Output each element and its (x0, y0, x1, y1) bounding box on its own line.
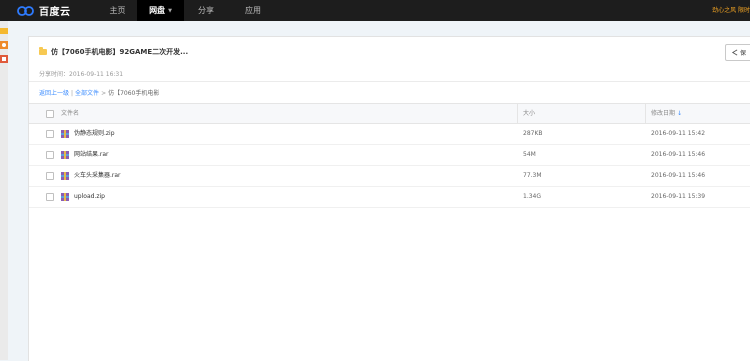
nav-netdisk-label: 网盘 (149, 6, 166, 15)
file-size: 1.34G (523, 193, 542, 200)
column-divider (517, 104, 518, 123)
share-content-panel: 仿【7060手机电影】92GAME二次开发... 分享时间：2016-09-11… (28, 36, 750, 361)
file-name[interactable]: upload.zip (74, 187, 105, 207)
weibo-icon[interactable] (0, 41, 8, 49)
chevron-down-icon: ▼ (168, 7, 172, 14)
archive-file-icon (61, 130, 69, 138)
column-header-date[interactable]: 修改日期 ↓ (651, 104, 682, 123)
archive-file-icon (61, 151, 69, 159)
baidu-cloud-logo[interactable]: 百度云 (16, 3, 71, 18)
table-row[interactable]: 伪静态规则.zip 287KB 2016-09-11 15:42 (29, 124, 750, 145)
nav-home-label: 主页 (109, 6, 126, 15)
table-row[interactable]: 火车头采集器.rar 77.3M 2016-09-11 15:46 (29, 166, 750, 187)
nav-netdisk[interactable]: 网盘 ▼ (137, 0, 184, 21)
file-name[interactable]: 网站结果.rar (74, 145, 109, 165)
nav-apps[interactable]: 应用 (228, 0, 278, 21)
nav-share-label: 分享 (198, 6, 214, 15)
file-date: 2016-09-11 15:46 (651, 151, 706, 158)
file-date: 2016-09-11 15:39 (651, 193, 706, 200)
save-button-label: 保 (740, 50, 747, 57)
breadcrumb-all-files-link[interactable]: 全部文件 (75, 90, 99, 97)
folder-app-icon[interactable] (0, 27, 8, 35)
breadcrumb-separator: | (71, 90, 74, 97)
file-name[interactable]: 火车头采集器.rar (74, 166, 121, 186)
row-checkbox[interactable] (46, 193, 54, 201)
file-size: 77.3M (523, 172, 542, 179)
share-app-icon[interactable] (0, 55, 8, 63)
column-divider (645, 104, 646, 123)
file-date: 2016-09-11 15:46 (651, 172, 706, 179)
sort-down-arrow-icon: ↓ (677, 110, 683, 117)
logo-text: 百度云 (39, 7, 71, 18)
row-checkbox[interactable] (46, 172, 54, 180)
table-row[interactable]: 网站结果.rar 54M 2016-09-11 15:46 (29, 145, 750, 166)
row-checkbox[interactable] (46, 130, 54, 138)
file-size: 54M (523, 151, 536, 158)
share-time: 分享时间：2016-09-11 16:31 (39, 71, 124, 78)
column-header-date-label: 修改日期 (651, 110, 676, 117)
file-date: 2016-09-11 15:42 (651, 130, 706, 137)
save-to-disk-button[interactable]: 保 (725, 44, 750, 61)
top-navigation-bar: 百度云 主页 网盘 ▼ 分享 应用 劲心之风 限时 (0, 0, 750, 21)
cloud-logo-icon (17, 5, 34, 16)
share-icon (731, 49, 738, 56)
archive-file-icon (61, 193, 69, 201)
nav-share[interactable]: 分享 (184, 0, 228, 21)
table-row[interactable]: upload.zip 1.34G 2016-09-11 15:39 (29, 187, 750, 208)
breadcrumb: 返回上一级 | 全部文件 > 仿【7060手机电影 (39, 88, 159, 97)
breadcrumb-back-link[interactable]: 返回上一级 (39, 90, 69, 97)
column-header-size[interactable]: 大小 (523, 104, 535, 123)
left-sidebar (0, 21, 8, 360)
column-header-filename[interactable]: 文件名 (61, 104, 79, 123)
select-all-checkbox[interactable] (46, 110, 54, 118)
file-size: 287KB (523, 130, 543, 137)
table-header: 文件名 大小 修改日期 ↓ (29, 103, 750, 124)
breadcrumb-current: 仿【7060手机电影 (108, 90, 160, 97)
nav-apps-label: 应用 (245, 6, 261, 15)
share-title: 仿【7060手机电影】92GAME二次开发... (51, 48, 189, 56)
row-checkbox[interactable] (46, 151, 54, 159)
file-name[interactable]: 伪静态规则.zip (74, 124, 115, 144)
archive-file-icon (61, 172, 69, 180)
divider (29, 81, 750, 82)
folder-icon (39, 47, 47, 55)
breadcrumb-separator: > (101, 90, 107, 97)
user-name[interactable]: 劲心之风 限时 (712, 5, 750, 14)
